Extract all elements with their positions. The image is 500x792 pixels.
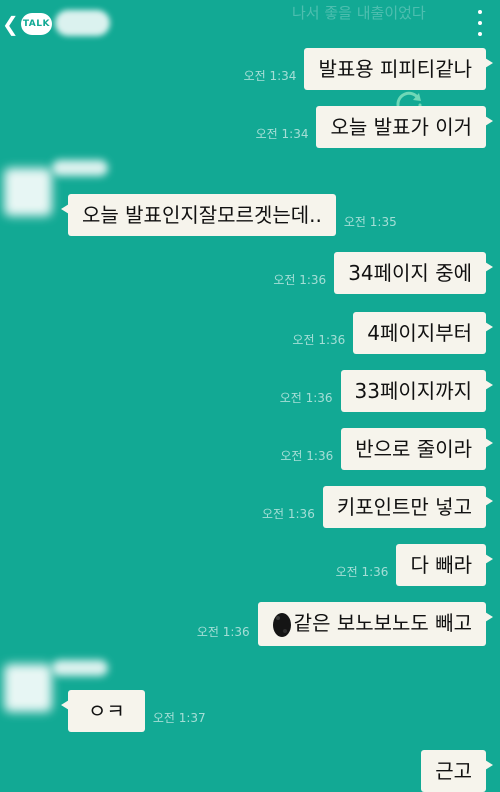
- message-bubble[interactable]: 4페이지부터: [353, 312, 493, 354]
- chat-message: 오전 1:36 반으로 줄이라: [280, 428, 493, 470]
- message-timestamp: 오전 1:36: [279, 391, 333, 405]
- message-timestamp: 오전 1:36: [292, 333, 346, 347]
- message-timestamp: 오전 1:36: [261, 507, 315, 521]
- chat-message: 오전 1:36 다 빼라: [335, 544, 493, 586]
- back-button[interactable]: ❮ TALK: [2, 10, 52, 38]
- sender-name: [52, 160, 108, 176]
- chat-message: 근고: [413, 750, 493, 792]
- chat-message: ㅇㅋ 오전 1:37: [61, 690, 206, 732]
- dot-icon: [478, 21, 482, 25]
- message-timestamp: 오전 1:35: [343, 215, 397, 229]
- message-text: 같은 보노보노도 빼고: [293, 611, 472, 635]
- message-timestamp: 오전 1:37: [152, 711, 206, 725]
- avatar[interactable]: [4, 168, 52, 216]
- chevron-left-icon: ❮: [2, 12, 19, 36]
- chat-message: 오전 1:34 발표용 피피티같나: [243, 48, 493, 90]
- message-timestamp: 오전 1:34: [243, 69, 297, 83]
- chat-message: 오늘 발표인지잘모르겟는데.. 오전 1:35: [61, 194, 397, 236]
- message-bubble[interactable]: 발표용 피피티같나: [304, 48, 493, 90]
- chat-message: 오전 1:36 4페이지부터: [292, 312, 493, 354]
- message-timestamp: 오전 1:36: [196, 624, 250, 639]
- message-bubble[interactable]: 반으로 줄이라: [341, 428, 493, 470]
- talk-badge-icon: TALK: [20, 13, 52, 35]
- message-bubble[interactable]: 오늘 발표인지잘모르겟는데..: [61, 194, 336, 236]
- dot-icon: [478, 32, 482, 36]
- chat-message: 오전 1:36 같은 보노보노도 빼고: [196, 602, 494, 646]
- message-bubble[interactable]: 오늘 발표가 이거: [316, 106, 493, 148]
- sender-name: [52, 660, 108, 676]
- message-bubble[interactable]: 33페이지까지: [340, 370, 494, 412]
- message-timestamp: 오전 1:36: [280, 449, 334, 463]
- chat-header: ❮ TALK 나서 좋을 내출이었다: [0, 0, 500, 44]
- avatar[interactable]: [4, 664, 52, 712]
- message-bubble[interactable]: 같은 보노보노도 빼고: [257, 602, 494, 646]
- chat-message: 오전 1:34 오늘 발표가 이거: [255, 106, 493, 148]
- message-bubble[interactable]: 키포인트만 넣고: [322, 486, 494, 528]
- censored-mark-icon: [272, 612, 291, 637]
- message-bubble[interactable]: ㅇㅋ: [61, 690, 145, 732]
- chat-message: 오전 1:36 33페이지까지: [279, 370, 494, 412]
- message-bubble[interactable]: 근고: [421, 750, 493, 792]
- blurred-chat-name: [55, 10, 110, 36]
- chat-message: 오전 1:36 키포인트만 넣고: [261, 486, 494, 528]
- message-bubble[interactable]: 다 빼라: [396, 544, 493, 586]
- header-faint-text: 나서 좋을 내출이었다: [292, 4, 426, 22]
- message-timestamp: 오전 1:36: [335, 565, 389, 579]
- chat-message: 오전 1:36 34페이지 중에: [273, 252, 493, 294]
- message-timestamp: 오전 1:36: [273, 273, 327, 287]
- more-options-button[interactable]: [476, 10, 484, 36]
- message-timestamp: 오전 1:34: [255, 127, 309, 141]
- message-bubble[interactable]: 34페이지 중에: [334, 252, 493, 294]
- dot-icon: [478, 10, 482, 14]
